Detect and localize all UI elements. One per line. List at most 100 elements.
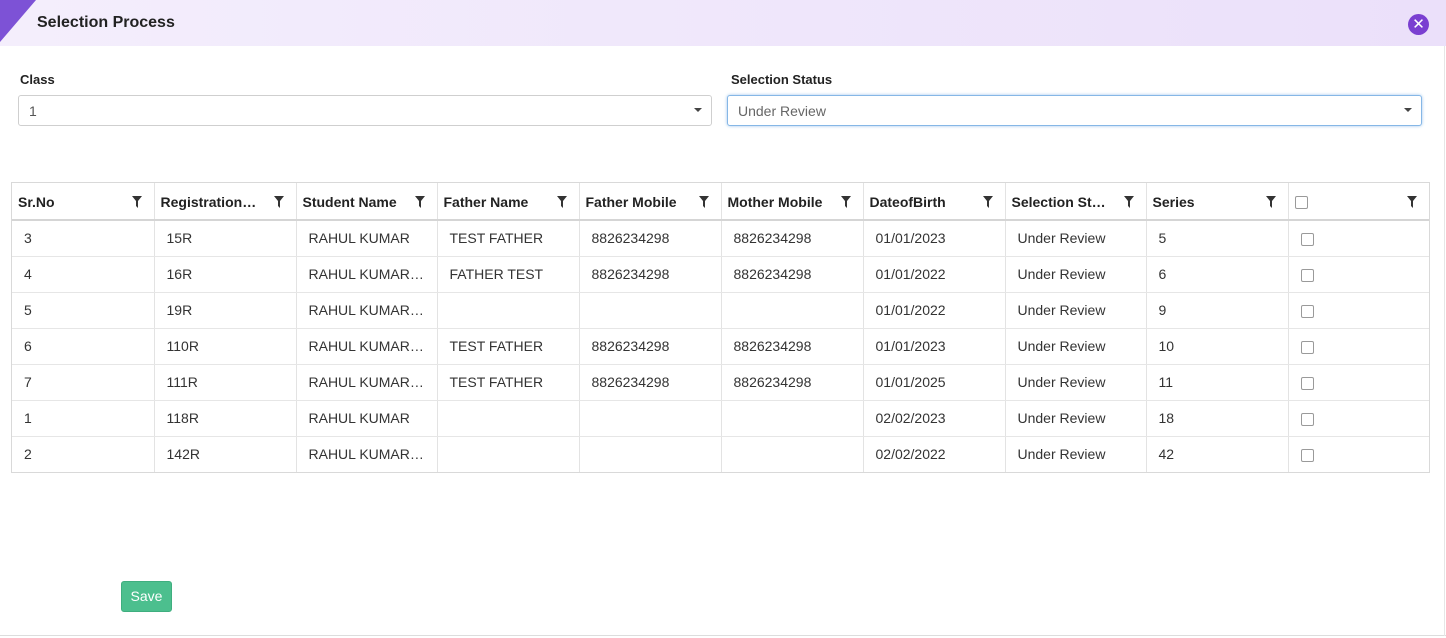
table-cell	[721, 292, 864, 329]
filter-icon[interactable]	[982, 195, 993, 208]
column-header[interactable]	[1288, 183, 1429, 221]
class-label: Class	[20, 72, 55, 87]
table-cell	[721, 436, 864, 472]
table-cell: 8826234298	[579, 364, 722, 401]
row-checkbox[interactable]	[1300, 340, 1314, 354]
table-cell: 15R	[154, 220, 297, 257]
column-header[interactable]: Mother Mobile	[721, 183, 864, 221]
table-cell: 42	[1146, 436, 1289, 472]
column-header[interactable]: Series	[1146, 183, 1289, 221]
table-cell: TEST FATHER	[437, 328, 580, 365]
filter-icon[interactable]	[131, 195, 142, 208]
row-checkbox[interactable]	[1300, 376, 1314, 390]
table-cell: 7	[12, 364, 155, 401]
column-header-label: Sr.No	[18, 193, 55, 210]
table-cell: 8826234298	[721, 364, 864, 401]
table-cell: 10	[1146, 328, 1289, 365]
filter-icon[interactable]	[840, 195, 851, 208]
table-row[interactable]: 6110RRAHUL KUMAR KUMARTEST FATHER8826234…	[12, 328, 1429, 365]
save-button[interactable]: Save	[121, 581, 172, 612]
table-cell: 01/01/2022	[863, 292, 1006, 329]
table-row[interactable]: 416RRAHUL KUMAR KUMARFATHER TEST88262342…	[12, 256, 1429, 293]
table-cell	[437, 436, 580, 472]
table-cell: 5	[1146, 220, 1289, 257]
table-row[interactable]: 519RRAHUL KUMAR KUMAR 01/01/2022Under Rev…	[12, 292, 1429, 329]
dialog-right-border	[1444, 46, 1445, 636]
table-row[interactable]: 3 15R RAHUL KUMAR TEST FATHER 8826234298 8826…	[12, 220, 1429, 257]
table-cell	[721, 400, 864, 437]
row-checkbox[interactable]	[1300, 304, 1314, 318]
table-cell: 01/01/2023	[863, 328, 1006, 365]
column-header-label: Father Name	[443, 193, 529, 210]
row-select-cell	[1288, 400, 1429, 437]
table-row[interactable]: 1 118R RAHUL KUMAR 02/02/2023 Under Review 18	[12, 400, 1429, 437]
selection-status-select[interactable]: Under Review	[727, 95, 1422, 126]
class-select[interactable]: 1	[18, 95, 712, 126]
row-checkbox[interactable]	[1300, 268, 1314, 282]
row-checkbox[interactable]	[1300, 449, 1314, 463]
selection-status-label: Selection Status	[731, 72, 833, 87]
table-cell: TEST FATHER	[437, 364, 580, 401]
filter-icon[interactable]	[698, 195, 709, 208]
chevron-down-icon	[694, 108, 702, 112]
row-select-cell	[1288, 328, 1429, 365]
table-cell: 8826234298	[721, 328, 864, 365]
table-row[interactable]: 7111RRAHUL KUMAR KUMARTEST FATHER8826234…	[12, 364, 1429, 401]
table-cell: 01/01/2023	[863, 220, 1006, 257]
grid-header-row: Sr.No Registration No Student Name Father N…	[12, 183, 1429, 221]
column-header[interactable]: Father Mobile	[579, 183, 722, 221]
filter-icon[interactable]	[414, 195, 425, 208]
table-cell: Under Review	[1005, 256, 1147, 293]
table-cell	[437, 292, 580, 329]
column-header[interactable]: DateofBirth	[863, 183, 1006, 221]
table-cell: 8826234298	[579, 220, 722, 257]
selection-status-select-value: Under Review	[738, 103, 826, 119]
table-cell: 02/02/2023	[863, 400, 1006, 437]
table-cell: 111R	[154, 364, 297, 401]
table-cell: 3	[12, 220, 155, 257]
table-cell: 16R	[154, 256, 297, 293]
table-cell: 01/01/2025	[863, 364, 1006, 401]
table-cell: RAHUL KUMAR KUMAR	[296, 256, 438, 293]
filter-icon[interactable]	[556, 195, 567, 208]
table-cell: TEST FATHER	[437, 220, 580, 257]
column-header[interactable]: Registration No	[154, 183, 297, 221]
table-cell: 110R	[154, 328, 297, 365]
header-corner-accent	[0, 0, 36, 42]
table-cell: 8826234298	[579, 328, 722, 365]
close-icon[interactable]: ✕	[1408, 14, 1429, 35]
column-header[interactable]: Student Name	[296, 183, 438, 221]
table-cell: RAHUL KUMAR KUMAR	[296, 328, 438, 365]
column-header[interactable]: Father Name	[437, 183, 580, 221]
dialog-header: Selection Process ✕	[0, 0, 1446, 46]
row-select-cell	[1288, 364, 1429, 401]
row-checkbox[interactable]	[1300, 412, 1314, 426]
class-select-value: 1	[29, 103, 37, 119]
table-cell: 2	[12, 436, 155, 472]
filter-icon[interactable]	[1123, 195, 1134, 208]
table-cell: RAHUL KUMAR	[296, 400, 438, 437]
table-cell	[579, 400, 722, 437]
table-cell: 9	[1146, 292, 1289, 329]
column-header[interactable]: Sr.No	[12, 183, 155, 221]
table-cell: 8826234298	[721, 256, 864, 293]
footer-divider	[0, 635, 1446, 636]
select-all-checkbox[interactable]	[1294, 196, 1308, 210]
table-cell: 8826234298	[721, 220, 864, 257]
table-cell: 118R	[154, 400, 297, 437]
table-row[interactable]: 2142RRAHUL KUMAR KUMAR 02/02/2022Under Re…	[12, 436, 1429, 472]
filter-icon[interactable]	[1407, 195, 1417, 208]
filter-icon[interactable]	[1265, 195, 1276, 208]
dialog-title: Selection Process	[37, 14, 175, 31]
column-header-label: Registration No	[160, 193, 257, 210]
column-header-label: Series	[1152, 193, 1195, 210]
table-cell: Under Review	[1005, 220, 1147, 257]
row-checkbox[interactable]	[1300, 233, 1314, 247]
table-cell	[579, 292, 722, 329]
column-header-label: DateofBirth	[869, 193, 946, 210]
column-header[interactable]: Selection Status	[1005, 183, 1147, 221]
row-select-cell	[1288, 436, 1429, 472]
table-cell: 6	[1146, 256, 1289, 293]
table-cell: 01/01/2022	[863, 256, 1006, 293]
filter-icon[interactable]	[273, 195, 284, 208]
